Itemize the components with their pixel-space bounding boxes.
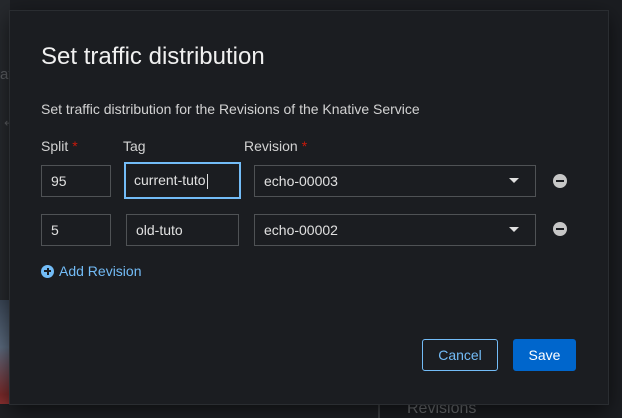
caret-down-icon xyxy=(509,227,519,232)
minus-circle-icon[interactable] xyxy=(553,174,567,188)
modal-title: Set traffic distribution xyxy=(41,43,265,70)
traffic-distribution-modal: Set traffic distribution Set traffic dis… xyxy=(10,11,608,404)
add-revision-label: Add Revision xyxy=(59,263,142,279)
save-button[interactable]: Save xyxy=(513,339,576,371)
caret-down-icon xyxy=(509,178,519,183)
add-revision-button[interactable]: Add Revision xyxy=(41,263,142,279)
required-marker: * xyxy=(72,138,78,154)
split-input[interactable]: 95 xyxy=(41,165,111,197)
split-column-label: Split * xyxy=(41,138,78,154)
modal-description: Set traffic distribution for the Revisio… xyxy=(41,101,420,117)
tag-input[interactable]: old-tuto xyxy=(126,214,239,246)
plus-circle-icon xyxy=(41,264,54,278)
revision-select[interactable]: echo-00002 xyxy=(254,214,536,246)
cancel-button[interactable]: Cancel xyxy=(422,339,498,371)
revision-select-value: echo-00003 xyxy=(264,173,338,189)
required-marker: * xyxy=(301,138,308,154)
tag-input[interactable]: current-tuto xyxy=(124,162,241,199)
background-image xyxy=(0,300,10,418)
background-footer xyxy=(0,404,378,418)
revision-select-value: echo-00002 xyxy=(264,222,338,238)
revision-column-label: Revision * xyxy=(244,138,308,154)
split-input[interactable]: 5 xyxy=(41,214,111,246)
tag-column-label: Tag xyxy=(123,138,146,154)
text-cursor xyxy=(206,173,208,189)
minus-circle-icon[interactable] xyxy=(553,222,567,236)
revision-select[interactable]: echo-00003 xyxy=(254,165,536,197)
